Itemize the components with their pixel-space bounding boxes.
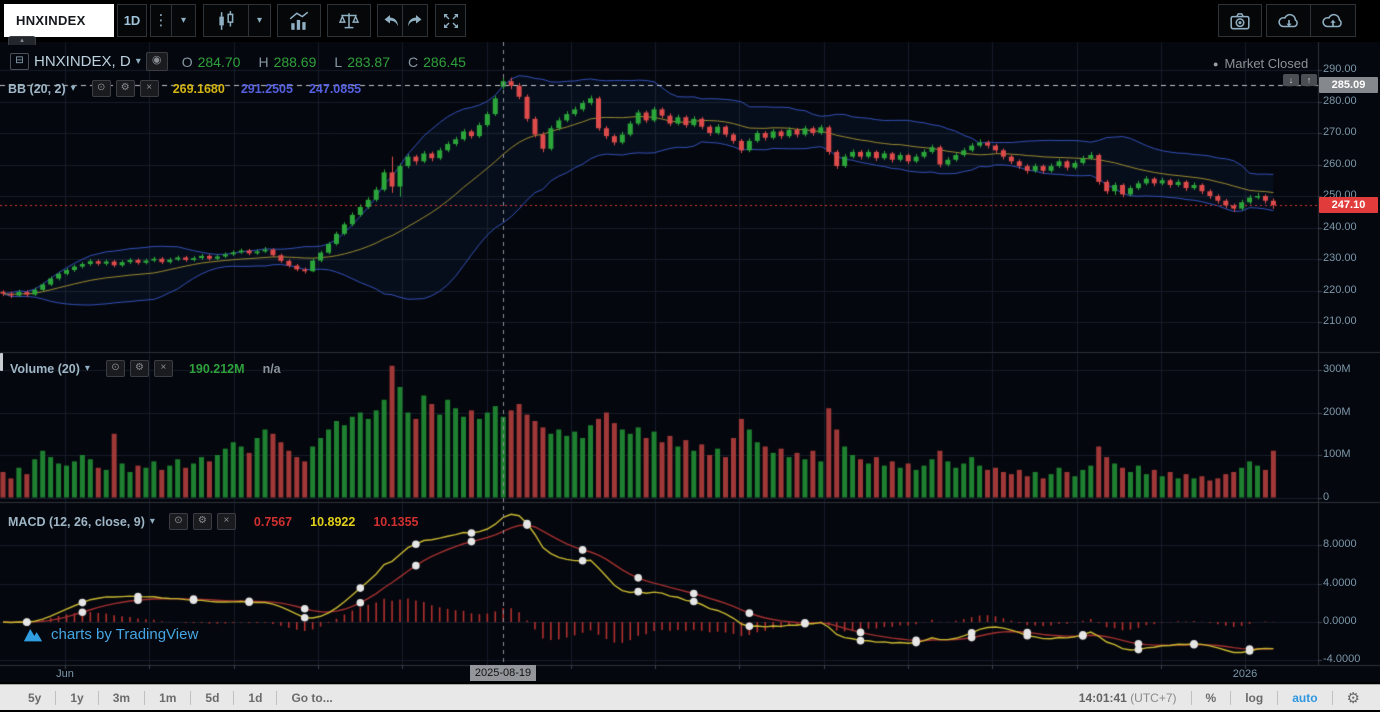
range-3m-button[interactable]: 3m xyxy=(99,691,144,705)
bottom-toolbar: 5y 1y 3m 1m 5d 1d Go to... 14:01:41 (UTC… xyxy=(0,684,1380,710)
chevron-down-icon[interactable]: ▾ xyxy=(71,83,76,94)
close-icon[interactable]: × xyxy=(154,360,173,377)
low-label: L xyxy=(334,54,342,70)
macd-line-value: 10.8922 xyxy=(310,515,355,529)
clock-time: 14:01:41 xyxy=(1079,691,1127,705)
eye-icon[interactable]: ⊙ xyxy=(169,513,188,530)
eye-icon[interactable]: ⊙ xyxy=(106,360,125,377)
chevron-down-icon[interactable]: ▾ xyxy=(136,56,141,67)
gear-icon[interactable]: ⚙ xyxy=(1333,689,1374,707)
chart-type-dropdown-button[interactable]: ▾ xyxy=(248,4,271,37)
tradingview-logo-icon xyxy=(22,624,44,644)
gear-icon[interactable]: ⚙ xyxy=(130,360,149,377)
watermark: charts by TradingView xyxy=(22,624,198,644)
cloud-upload-icon xyxy=(1321,10,1345,32)
eye-icon[interactable]: ⊙ xyxy=(92,80,111,97)
chevron-down-icon[interactable]: ▾ xyxy=(150,516,155,527)
compare-button[interactable] xyxy=(327,4,371,37)
gear-icon[interactable]: ⚙ xyxy=(193,513,212,530)
save-chart-button[interactable] xyxy=(1310,4,1356,37)
close-icon[interactable]: × xyxy=(140,80,159,97)
kebab-icon: ⋮ xyxy=(154,13,169,28)
volume-value: 190.212M xyxy=(189,362,245,376)
redo-button[interactable] xyxy=(402,4,428,37)
pane-resize-grip[interactable] xyxy=(0,353,3,371)
clock[interactable]: 14:01:41 (UTC+7) xyxy=(1065,691,1191,705)
percent-scale-button[interactable]: % xyxy=(1192,691,1231,705)
redo-arrow-icon xyxy=(405,11,425,31)
high-label: H xyxy=(258,54,268,70)
bb-upper-value: 291.2505 xyxy=(241,82,293,96)
crosshair-date-label: 2025-08-19 xyxy=(470,665,536,681)
reference-price-label: 285.09 xyxy=(1319,77,1378,93)
chevron-down-icon: ▾ xyxy=(181,15,186,26)
range-1m-button[interactable]: 1m xyxy=(145,691,190,705)
load-chart-button[interactable] xyxy=(1266,4,1311,37)
last-price-label: 247.10 xyxy=(1319,197,1378,213)
scroll-up-button[interactable]: ↑ xyxy=(1301,74,1317,86)
close-value: 286.45 xyxy=(423,54,466,70)
candlestick-icon xyxy=(215,10,237,32)
price-axis[interactable] xyxy=(1318,42,1380,665)
chevron-down-icon: ▾ xyxy=(257,15,262,26)
gear-icon[interactable]: ⚙ xyxy=(116,80,135,97)
range-5y-button[interactable]: 5y xyxy=(14,691,55,705)
chart-type-button[interactable] xyxy=(203,4,249,37)
interval-dropdown-button[interactable]: ▾ xyxy=(171,4,196,37)
chart-area: ⊟ HNXINDEX, D ▾ ◉ O 284.70 H 288.69 L 28… xyxy=(0,42,1380,682)
interval-label: 1D xyxy=(124,13,141,28)
bb-title: BB (20, 2) xyxy=(8,82,66,96)
watermark-text[interactable]: charts by TradingView xyxy=(51,626,198,643)
open-label: O xyxy=(182,54,193,70)
collapse-legend-icon[interactable]: ⊟ xyxy=(10,53,29,70)
interval-button[interactable]: 1D xyxy=(117,4,147,37)
bb-legend: BB (20, 2) ▾ ⊙ ⚙ × 269.1680 291.2505 247… xyxy=(8,80,361,97)
volume-title: Volume (20) xyxy=(10,362,80,376)
eye-icon[interactable]: ◉ xyxy=(146,52,168,71)
open-value: 284.70 xyxy=(198,54,241,70)
styles-menu-button[interactable]: ⋮ xyxy=(150,4,172,37)
undo-arrow-icon xyxy=(381,11,401,31)
range-5d-button[interactable]: 5d xyxy=(191,691,233,705)
symbol-title: HNXINDEX, D xyxy=(34,53,131,70)
toolbar-collapse-tab[interactable]: ▴ xyxy=(8,36,36,45)
volume-legend: Volume (20) ▾ ⊙ ⚙ × 190.212M n/a xyxy=(10,360,281,377)
camera-icon xyxy=(1229,10,1251,32)
low-value: 283.87 xyxy=(347,54,390,70)
status-dot-icon: ● xyxy=(1213,59,1218,69)
high-value: 288.69 xyxy=(274,54,317,70)
indicators-button[interactable] xyxy=(277,4,321,37)
clock-timezone: (UTC+7) xyxy=(1130,691,1176,705)
macd-signal-value: 10.1355 xyxy=(373,515,418,529)
main-legend: ⊟ HNXINDEX, D ▾ ◉ O 284.70 H 288.69 L 28… xyxy=(10,52,466,71)
range-1d-button[interactable]: 1d xyxy=(234,691,276,705)
market-status: ● Market Closed xyxy=(1213,56,1308,71)
bb-basis-value: 269.1680 xyxy=(173,82,225,96)
fullscreen-icon xyxy=(441,11,461,31)
close-icon[interactable]: × xyxy=(217,513,236,530)
symbol-input[interactable]: HNXINDEX xyxy=(4,4,114,37)
fullscreen-button[interactable] xyxy=(435,4,466,37)
scales-icon xyxy=(338,10,360,32)
volume-ma-value: n/a xyxy=(263,362,281,376)
macd-hist-value: 0.7567 xyxy=(254,515,292,529)
auto-scale-button[interactable]: auto xyxy=(1278,691,1331,705)
range-1y-button[interactable]: 1y xyxy=(56,691,97,705)
bb-lower-value: 247.0855 xyxy=(309,82,361,96)
screenshot-button[interactable] xyxy=(1218,4,1262,37)
log-scale-button[interactable]: log xyxy=(1231,691,1277,705)
scroll-down-button[interactable]: ↓ xyxy=(1283,74,1299,86)
goto-button[interactable]: Go to... xyxy=(277,691,346,705)
undo-button[interactable] xyxy=(377,4,403,37)
macd-title: MACD (12, 26, close, 9) xyxy=(8,515,145,529)
cloud-download-icon xyxy=(1277,10,1301,32)
chevron-down-icon[interactable]: ▾ xyxy=(85,363,90,374)
close-label: C xyxy=(408,54,418,70)
market-status-label: Market Closed xyxy=(1224,56,1308,71)
macd-legend: MACD (12, 26, close, 9) ▾ ⊙ ⚙ × 0.7567 1… xyxy=(8,513,419,530)
trading-chart-app: { "ui": { "toolbar": {"symbol": "HNXINDE… xyxy=(0,0,1380,712)
indicators-icon xyxy=(288,10,310,32)
time-axis[interactable] xyxy=(0,665,1318,682)
